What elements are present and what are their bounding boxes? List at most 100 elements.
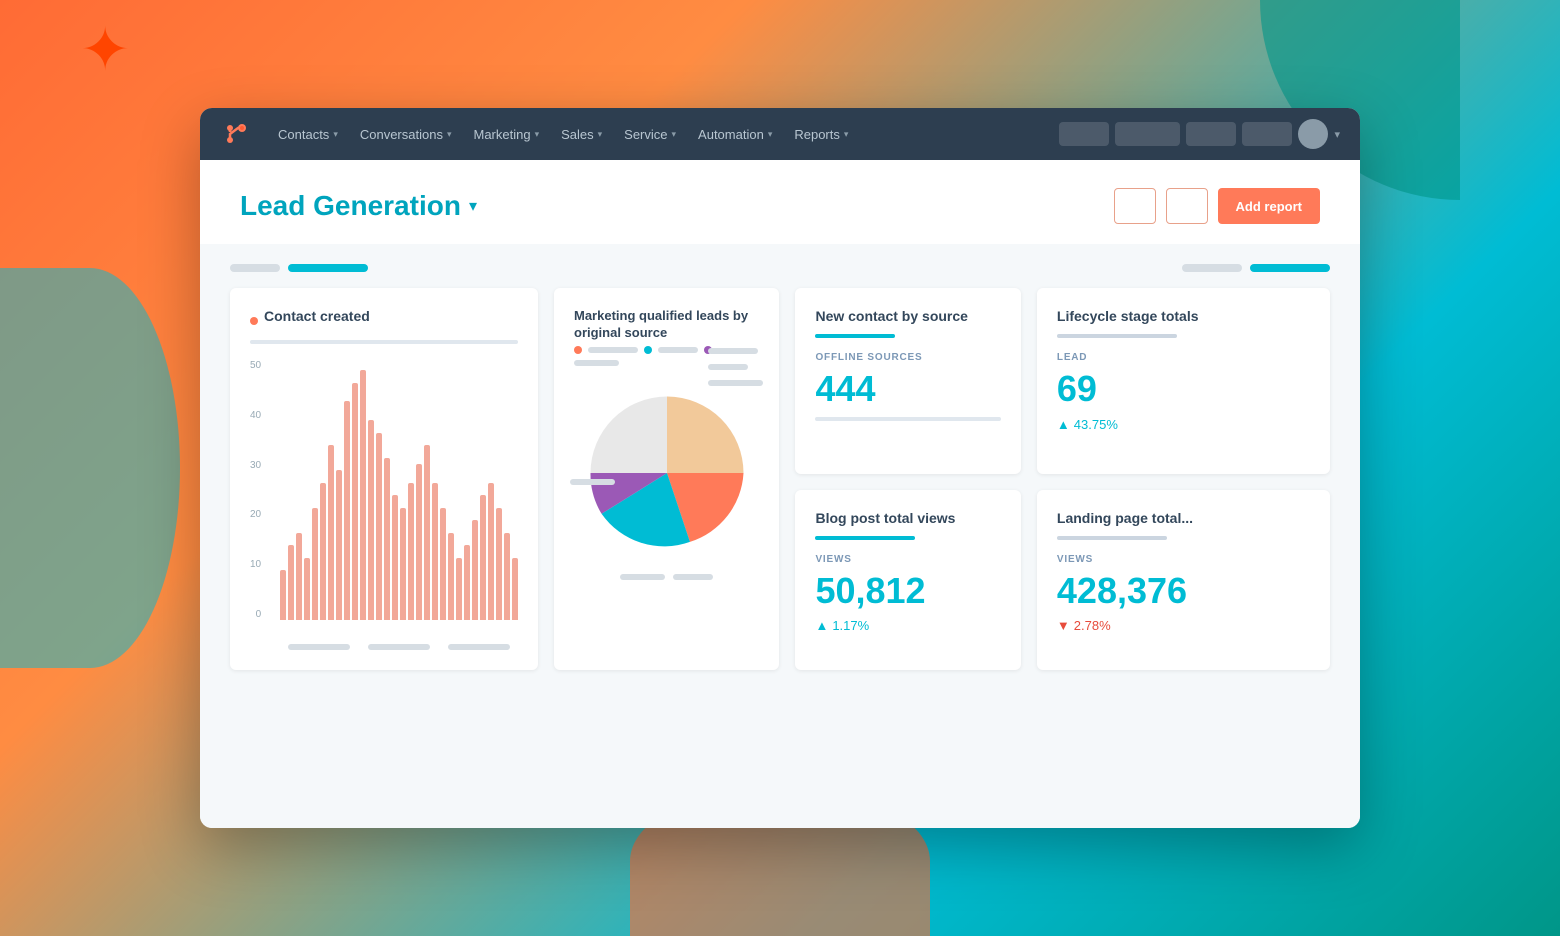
page-title: Lead Generation bbox=[240, 190, 461, 222]
nav-item-contacts[interactable]: Contacts ▾ bbox=[268, 121, 348, 148]
nav-item-conversations[interactable]: Conversations ▾ bbox=[350, 121, 462, 148]
nav-marketing-label: Marketing bbox=[473, 127, 530, 142]
bar-27 bbox=[496, 508, 502, 621]
y-label-30: 30 bbox=[250, 460, 261, 471]
new-contact-bar bbox=[815, 334, 895, 338]
bar-25 bbox=[480, 495, 486, 620]
x-axis-labels bbox=[250, 644, 518, 650]
filter-bar bbox=[230, 264, 1330, 272]
legend-label-2 bbox=[708, 364, 748, 370]
bar-7 bbox=[336, 470, 342, 620]
y-label-40: 40 bbox=[250, 410, 261, 421]
nav-reports-chevron: ▾ bbox=[844, 129, 849, 140]
landing-page-title: Landing page total... bbox=[1057, 510, 1310, 526]
blog-post-bar bbox=[815, 536, 915, 540]
filter-left bbox=[230, 264, 368, 272]
new-contact-bottom-bar bbox=[815, 417, 1000, 421]
nav-item-marketing[interactable]: Marketing ▾ bbox=[463, 121, 549, 148]
mql-title: Marketing qualified leads by original so… bbox=[574, 308, 759, 342]
contact-created-bar bbox=[250, 340, 518, 344]
y-label-0: 0 bbox=[256, 609, 262, 620]
x-label-1 bbox=[280, 644, 358, 650]
nav-avatar[interactable] bbox=[1298, 119, 1328, 149]
landing-page-views-card: Landing page total... VIEWS 428,376 ▼ 2.… bbox=[1037, 490, 1330, 671]
bar-11 bbox=[368, 420, 374, 620]
filter-button-1[interactable] bbox=[1114, 188, 1156, 224]
pie-chart-wrapper bbox=[574, 378, 759, 568]
pie-right-legend bbox=[708, 348, 763, 386]
bar-2 bbox=[296, 533, 302, 621]
new-contact-title: New contact by source bbox=[815, 308, 1000, 324]
bar-chart-area: 50 40 30 20 10 0 bbox=[250, 360, 518, 640]
landing-page-change: ▼ 2.78% bbox=[1057, 618, 1310, 633]
bar-3 bbox=[304, 558, 310, 621]
nav-quick-btn-2[interactable] bbox=[1115, 122, 1180, 146]
bar-23 bbox=[464, 545, 470, 620]
contact-created-header: Contact created bbox=[250, 308, 518, 334]
mql-legend-bar-3 bbox=[574, 360, 619, 366]
filter-right-pill-1 bbox=[1182, 264, 1242, 272]
bar-22 bbox=[456, 558, 462, 621]
landing-page-change-pct: 2.78% bbox=[1074, 618, 1111, 633]
pie-segment-1 bbox=[667, 396, 744, 473]
new-contact-source-label: OFFLINE SOURCES bbox=[815, 352, 1000, 363]
bar-6 bbox=[328, 445, 334, 620]
nav-reports-label: Reports bbox=[794, 127, 840, 142]
page-title-dropdown-icon[interactable]: ▾ bbox=[469, 196, 477, 216]
landing-page-metric-label: VIEWS bbox=[1057, 554, 1310, 565]
lifecycle-value: 69 bbox=[1057, 369, 1310, 409]
nav-item-reports[interactable]: Reports ▾ bbox=[784, 121, 858, 148]
blog-post-up-arrow: ▲ bbox=[815, 618, 828, 633]
mql-legend-dot-1 bbox=[574, 346, 582, 354]
browser-window: Contacts ▾ Conversations ▾ Marketing ▾ S… bbox=[200, 108, 1360, 828]
nav-quick-btn-4[interactable] bbox=[1242, 122, 1292, 146]
legend-label-1 bbox=[708, 348, 758, 354]
nav-quick-btn-3[interactable] bbox=[1186, 122, 1236, 146]
pie-left-legend bbox=[570, 479, 615, 485]
bar-28 bbox=[504, 533, 510, 621]
nav-item-sales[interactable]: Sales ▾ bbox=[551, 121, 612, 148]
y-label-20: 20 bbox=[250, 509, 261, 520]
page-header: Lead Generation ▾ Add report bbox=[200, 160, 1360, 244]
new-contact-value: 444 bbox=[815, 369, 1000, 409]
nav-service-label: Service bbox=[624, 127, 667, 142]
filter-right-pill-2 bbox=[1250, 264, 1330, 272]
filter-pill-1 bbox=[230, 264, 280, 272]
bar-4 bbox=[312, 508, 318, 621]
contact-created-card: Contact created 50 40 30 20 10 0 bbox=[230, 288, 538, 670]
nav-items: Contacts ▾ Conversations ▾ Marketing ▾ S… bbox=[268, 121, 1055, 148]
bar-19 bbox=[432, 483, 438, 621]
main-content: Lead Generation ▾ Add report bbox=[200, 160, 1360, 828]
nav-item-automation[interactable]: Automation ▾ bbox=[688, 121, 782, 148]
y-axis-labels: 50 40 30 20 10 0 bbox=[250, 360, 261, 640]
nav-conversations-label: Conversations bbox=[360, 127, 443, 142]
filter-pill-2 bbox=[288, 264, 368, 272]
bar-0 bbox=[280, 570, 286, 620]
lifecycle-change: ▲ 43.75% bbox=[1057, 417, 1310, 432]
bar-24 bbox=[472, 520, 478, 620]
mql-card: Marketing qualified leads by original so… bbox=[554, 288, 779, 670]
lifecycle-bar bbox=[1057, 334, 1177, 338]
dashboard: Contact created 50 40 30 20 10 0 bbox=[200, 244, 1360, 700]
bar-1 bbox=[288, 545, 294, 620]
bar-21 bbox=[448, 533, 454, 621]
legend-item-3 bbox=[708, 380, 763, 386]
bar-14 bbox=[392, 495, 398, 620]
filter-button-2[interactable] bbox=[1166, 188, 1208, 224]
add-report-button[interactable]: Add report bbox=[1218, 188, 1320, 224]
page-title-area: Lead Generation ▾ bbox=[240, 190, 477, 222]
bar-20 bbox=[440, 508, 446, 621]
hubspot-logo[interactable] bbox=[220, 118, 252, 150]
nav-quick-btn-1[interactable] bbox=[1059, 122, 1109, 146]
nav-item-service[interactable]: Service ▾ bbox=[614, 121, 686, 148]
blog-post-metric-label: VIEWS bbox=[815, 554, 1000, 565]
mql-legend-bar-2 bbox=[658, 347, 698, 353]
nav-contacts-chevron: ▾ bbox=[333, 129, 338, 140]
lifecycle-change-pct: 43.75% bbox=[1074, 417, 1118, 432]
navbar: Contacts ▾ Conversations ▾ Marketing ▾ S… bbox=[200, 108, 1360, 160]
bar-17 bbox=[416, 464, 422, 620]
header-actions: Add report bbox=[1114, 188, 1320, 224]
nav-right-chevron[interactable]: ▾ bbox=[1334, 128, 1340, 141]
blog-post-title: Blog post total views bbox=[815, 510, 1000, 526]
pie-bottom-bar-2 bbox=[673, 574, 713, 580]
